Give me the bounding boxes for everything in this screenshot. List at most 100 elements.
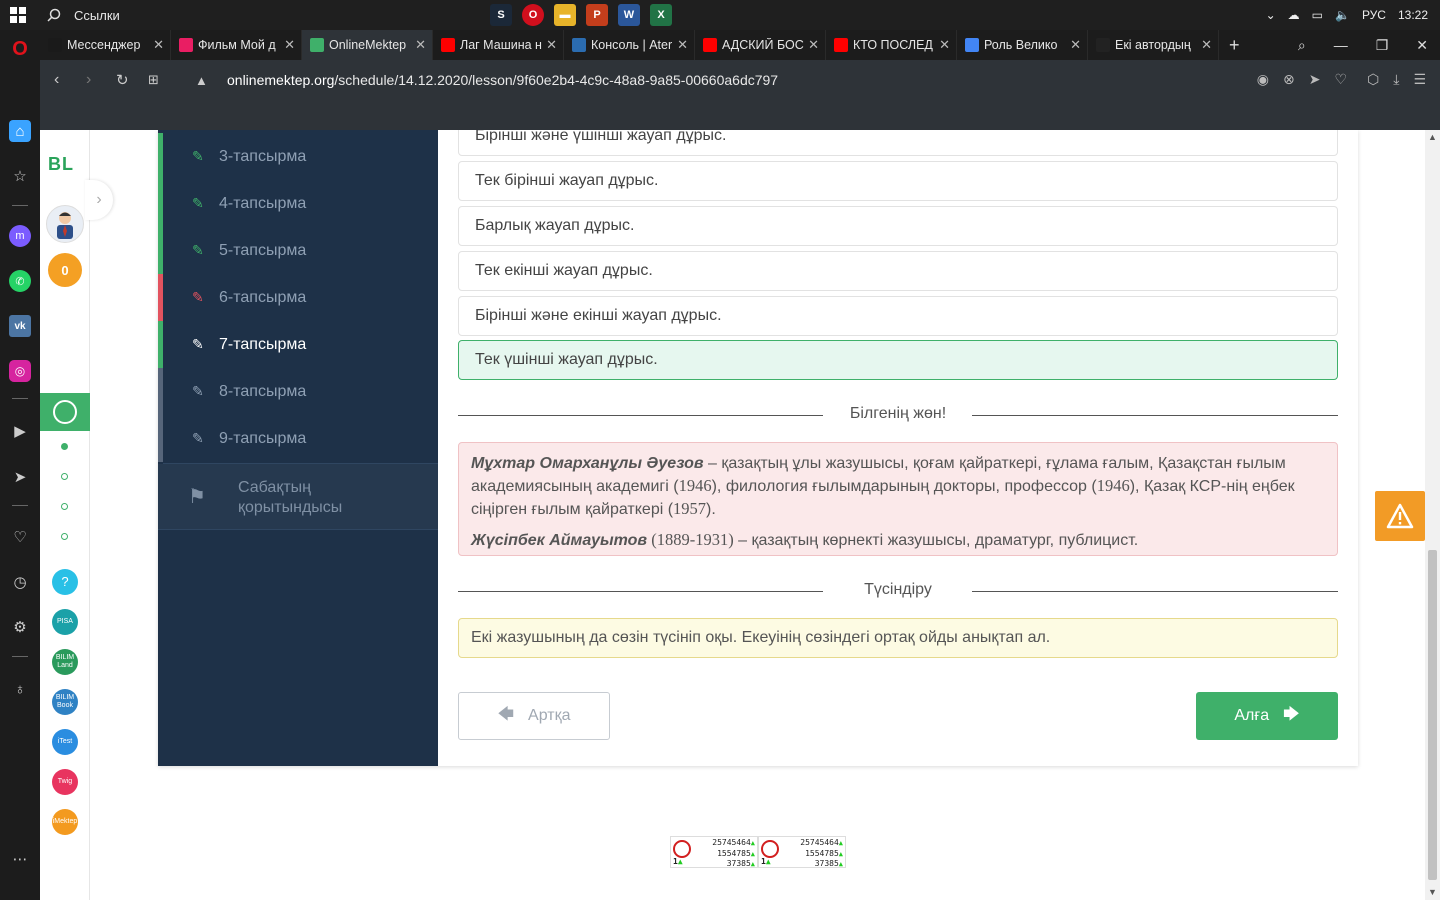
browser-tab[interactable]: Роль Велико ✕ [957,30,1088,60]
report-warning-button[interactable] [1375,491,1425,541]
powerpoint-icon[interactable]: P [586,4,608,26]
tab-search-icon[interactable]: ⌕ [1298,37,1306,54]
browser-tab[interactable]: АДСКИЙ БОС ✕ [695,30,826,60]
bilimland-logo[interactable]: BL [48,154,74,175]
gear-icon[interactable]: ⚙ [9,616,31,638]
heart-icon[interactable]: ♡ [9,526,31,548]
windows-start-button[interactable] [0,0,36,30]
menu-item-task[interactable]: ✎ 9-тапсырма [158,415,438,462]
scrollbar-thumb[interactable] [1428,550,1437,880]
lesson-dot[interactable] [61,503,68,510]
close-icon[interactable]: ✕ [546,37,557,53]
onlinemektep-app-icon[interactable] [40,393,90,431]
heart-icon[interactable]: ♡ [1334,71,1347,88]
opera-icon[interactable]: O [522,4,544,26]
answer-option[interactable]: Бірінші және үшінші жауап дұрыс. [458,130,1338,156]
easy-setup-icon[interactable]: ☰ [1413,71,1426,88]
steam-icon[interactable]: S [490,4,512,26]
back-button[interactable]: 🡄 Артқа [458,692,610,740]
answer-option[interactable]: Барлық жауап дұрыс. [458,206,1338,246]
opera-menu-icon[interactable]: O [9,38,31,60]
browser-tab[interactable]: OnlineMektep ✕ [302,30,433,60]
lesson-dot[interactable] [61,473,68,480]
instagram-icon[interactable]: ◎ [9,360,31,382]
tabs-grid-icon[interactable]: ⊞ [148,70,159,90]
box-icon[interactable]: ⬡ [1367,71,1379,88]
menu-item-task[interactable]: ✎ 4-тапсырма [158,180,438,227]
word-icon[interactable]: W [618,4,640,26]
coins-badge[interactable]: 0 [48,253,82,287]
menu-item-task[interactable]: ✎ 5-тапсырма [158,227,438,274]
visit-counter[interactable]: 1▲ 25745464155478537385 [758,836,846,868]
send-page-icon[interactable]: ➤ [1309,71,1321,88]
new-tab-button[interactable]: + [1229,35,1240,56]
messenger-icon[interactable]: m [9,225,31,247]
back-icon[interactable]: ‹ [54,70,59,90]
vk-icon[interactable]: vk [9,315,31,337]
player-icon[interactable]: ▶ [9,420,31,442]
page-scrollbar[interactable]: ▲ ▼ [1425,130,1440,900]
clock[interactable]: 13:22 [1398,8,1428,22]
pisa-app-icon[interactable]: PISA [52,609,78,635]
language-indicator[interactable]: РУС [1362,8,1386,22]
more-icon[interactable]: ⋯ [9,848,31,870]
network-icon[interactable]: ☁ [1288,8,1300,22]
close-icon[interactable]: ✕ [939,37,950,53]
lightbulb-icon[interactable]: ♁ [9,678,31,700]
close-icon[interactable]: ✕ [1070,37,1081,53]
menu-item-task[interactable]: ✎ 8-тапсырма [158,368,438,415]
twig-app-icon[interactable]: Twig [52,769,78,795]
lesson-summary-item[interactable]: ⚑ Сабақтың қорытындысы [158,464,438,530]
forward-icon[interactable]: › [86,70,91,90]
browser-tab[interactable]: КТО ПОСЛЕД ✕ [826,30,957,60]
close-window-button[interactable]: ✕ [1416,37,1428,54]
browser-tab[interactable]: Фильм Мой д ✕ [171,30,302,60]
star-icon[interactable]: ☆ [9,165,31,187]
close-icon[interactable]: ✕ [284,37,295,53]
answer-option[interactable]: Тек үшінші жауап дұрыс. [458,340,1338,380]
imektep-app-icon[interactable]: iMektep [52,809,78,835]
download-icon[interactable]: ⤓ [1393,71,1399,88]
itest-app-icon[interactable]: iTest [52,729,78,755]
answer-option[interactable]: Тек екінші жауап дұрыс. [458,251,1338,291]
bilimbook-app-icon[interactable]: BILIM Book [52,689,78,715]
home-icon[interactable]: ⌂ [9,120,31,142]
menu-item-task[interactable]: ✎ 6-тапсырма [158,274,438,321]
send-icon[interactable]: ➤ [9,466,31,488]
close-icon[interactable]: ✕ [677,37,688,53]
minimize-button[interactable]: — [1334,37,1348,53]
reload-icon[interactable]: ↻ [116,70,129,90]
links-toolbar-label[interactable]: Ссылки [74,8,120,23]
adblock-icon[interactable]: ⊗ [1283,71,1295,88]
close-icon[interactable]: ✕ [153,37,164,53]
next-button[interactable]: Алға 🡆 [1196,692,1338,740]
lesson-dot[interactable] [61,443,68,450]
help-icon[interactable]: ? [52,569,78,595]
history-icon[interactable]: ◷ [9,571,31,593]
excel-icon[interactable]: X [650,4,672,26]
answer-option[interactable]: Тек бірінші жауап дұрыс. [458,161,1338,201]
browser-tab[interactable]: Консоль | Ater ✕ [564,30,695,60]
close-icon[interactable]: ✕ [808,37,819,53]
camera-icon[interactable]: ◉ [1257,71,1269,88]
menu-item-task[interactable]: ✎ 7-тапсырма [158,321,438,368]
rail-expand-button[interactable]: › [85,180,113,220]
chevron-up-icon[interactable]: ⌄ [1266,8,1276,22]
bilimland-app-icon[interactable]: BILIM Land [52,649,78,675]
display-icon[interactable]: ▭ [1312,8,1323,22]
browser-tab[interactable]: Екі автордың ✕ [1088,30,1219,60]
menu-item-task[interactable]: ✎ 3-тапсырма [158,133,438,180]
answer-option[interactable]: Бірінші және екінші жауап дұрыс. [458,296,1338,336]
visit-counter[interactable]: 1▲ 25745464155478537385 [670,836,758,868]
browser-tab[interactable]: Лаг Машина н ✕ [433,30,564,60]
close-icon[interactable]: ✕ [415,37,426,53]
whatsapp-icon[interactable]: ✆ [9,270,31,292]
search-icon[interactable] [36,0,72,30]
browser-tab[interactable]: Мессенджер ✕ [40,30,171,60]
close-icon[interactable]: ✕ [1201,37,1212,53]
folder-icon[interactable]: ▬ [554,4,576,26]
warning-site-icon[interactable]: ▲ [195,70,208,90]
avatar[interactable] [46,205,84,243]
restore-button[interactable]: ❐ [1376,37,1389,54]
volume-icon[interactable]: 🔈 [1335,8,1350,22]
